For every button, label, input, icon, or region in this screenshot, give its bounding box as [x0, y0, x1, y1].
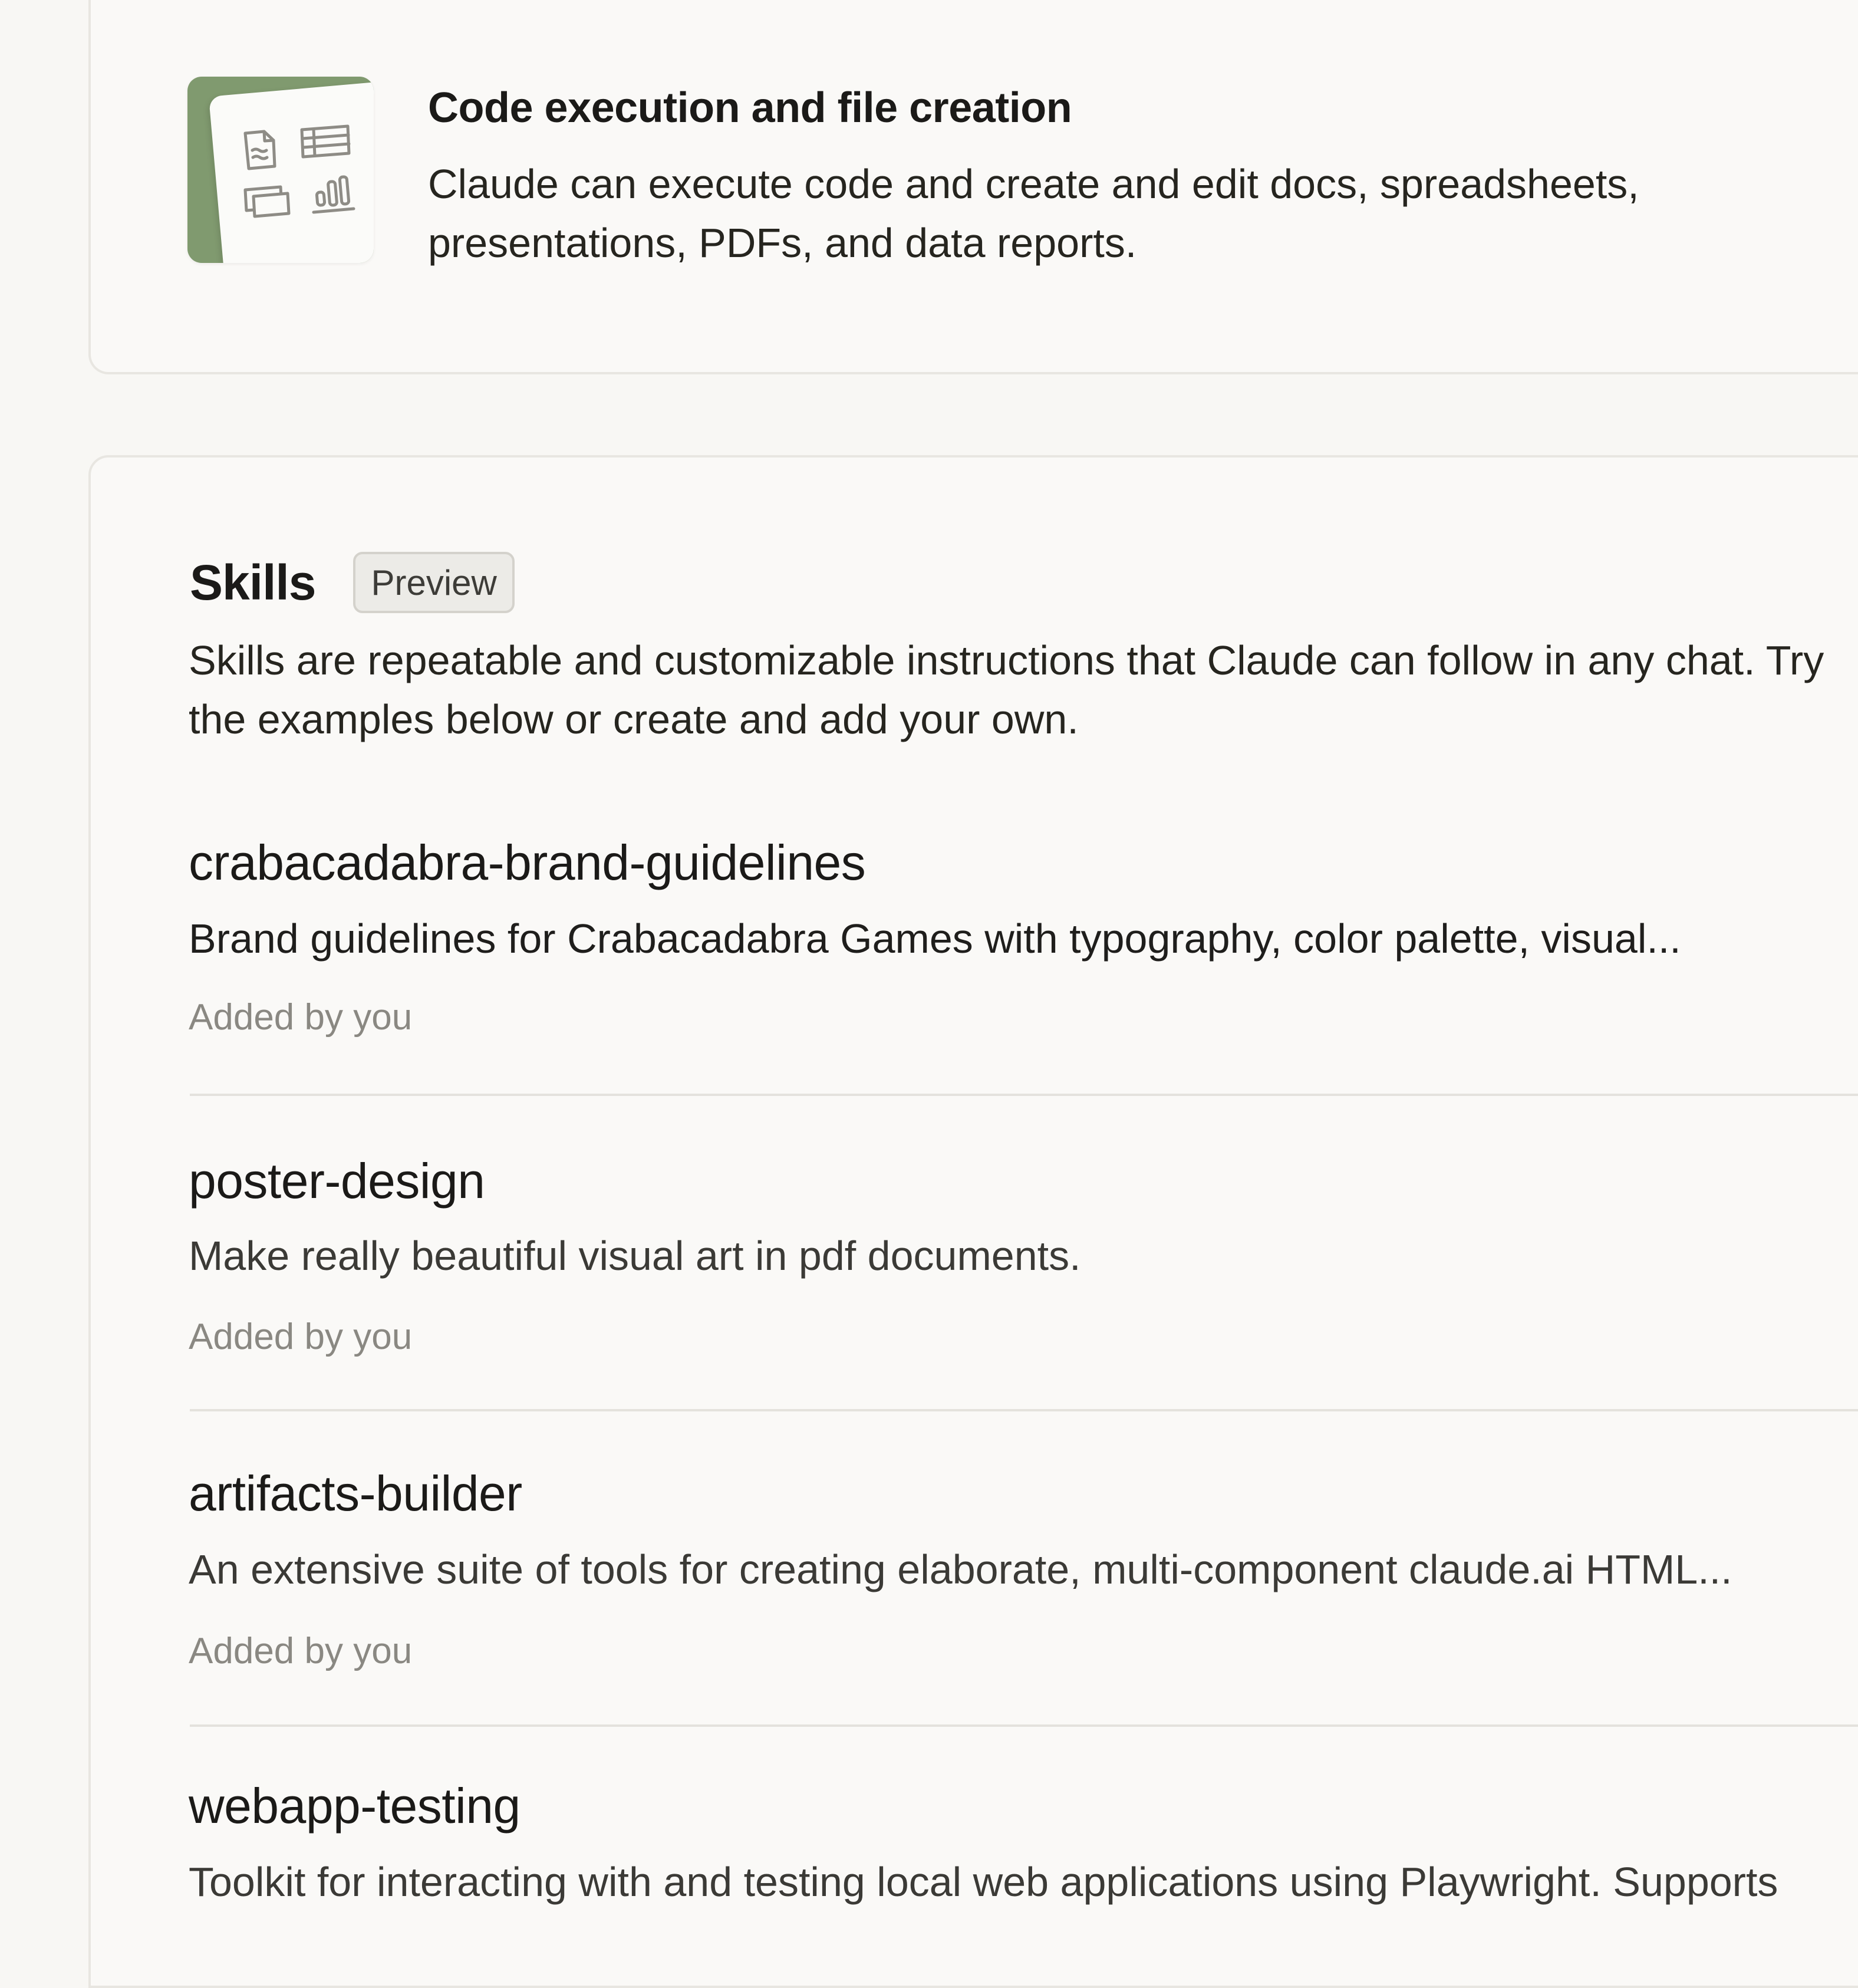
- feature-description: Claude can execute code and create and e…: [428, 161, 1639, 266]
- feature-title: Code execution and file creation: [428, 84, 1072, 131]
- skill-divider: [190, 1094, 1858, 1096]
- skill-name[interactable]: artifacts-builder: [189, 1465, 522, 1522]
- preview-badge: Preview: [353, 552, 515, 613]
- skill-divider: [190, 1409, 1858, 1411]
- skill-description: Brand guidelines for Crabacadabra Games …: [189, 916, 1681, 962]
- skill-added-by: Added by you: [189, 1631, 413, 1671]
- skill-added-by: Added by you: [189, 997, 413, 1038]
- slides-icon: [243, 185, 291, 218]
- thumbnail-icons: [243, 124, 355, 218]
- skills-title: Skills: [190, 554, 316, 610]
- feature-thumbnail: [187, 77, 374, 263]
- skill-description: Make really beautiful visual art in pdf …: [189, 1233, 1081, 1279]
- skill-name[interactable]: poster-design: [189, 1153, 485, 1210]
- skill-divider: [190, 1724, 1858, 1727]
- skill-added-by: Added by you: [189, 1316, 413, 1357]
- skills-description: Skills are repeatable and customizable i…: [189, 637, 1824, 742]
- skill-name[interactable]: crabacadabra-brand-guidelines: [189, 834, 866, 891]
- skills-header: Skills Preview: [190, 552, 515, 613]
- document-icon: [243, 130, 276, 170]
- skill-description: An extensive suite of tools for creating…: [189, 1546, 1732, 1592]
- table-icon: [300, 124, 351, 159]
- bar-chart-icon: [312, 175, 355, 214]
- skill-name[interactable]: webapp-testing: [189, 1778, 520, 1835]
- skill-description: Toolkit for interacting with and testing…: [189, 1859, 1778, 1905]
